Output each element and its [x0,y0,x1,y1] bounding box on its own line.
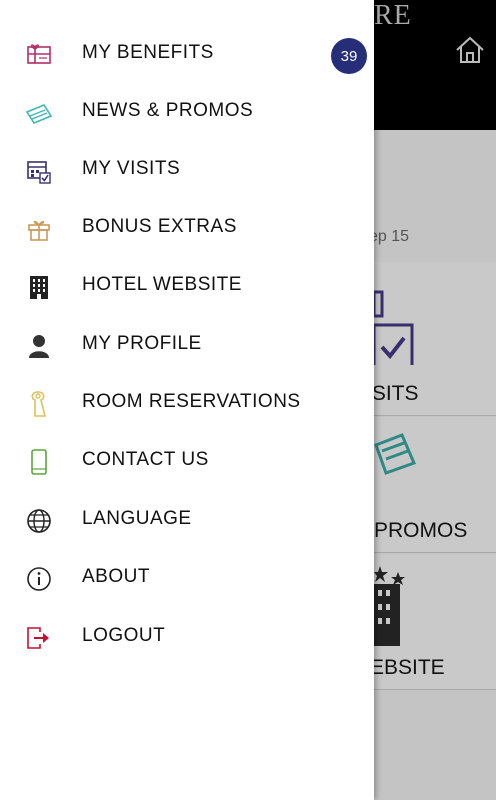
info-icon [26,566,52,592]
tickets-icon [374,433,416,475]
menu-item-label: CONTACT US [82,449,209,470]
menu-item-label: HOTEL WEBSITE [82,274,242,295]
menu-item-label: ROOM RESERVATIONS [82,391,301,412]
calendar-check-icon [26,158,52,184]
menu-item-hotel-website[interactable]: HOTEL WEBSITE [0,258,374,316]
promos-card-label: PROMOS [374,519,468,542]
menu-item-about[interactable]: ABOUT [0,550,374,608]
visits-card[interactable]: ISITS [366,262,496,416]
menu-item-label: LOGOUT [82,625,166,646]
menu-item-room-reservations[interactable]: ROOM RESERVATIONS [0,375,374,433]
phone-icon [26,449,52,475]
menu-item-label: MY BENEFITS [82,42,214,63]
menu-item-label: ABOUT [82,566,150,587]
hotel-building-icon [374,566,405,646]
menu-item-my-benefits[interactable]: MY BENEFITS [0,26,374,84]
website-card[interactable]: EBSITE [370,554,496,690]
gift-card-icon [26,42,52,68]
brand-logo-fragment: RE [374,0,412,31]
menu-item-label: LANGUAGE [82,508,192,529]
globe-icon [26,508,52,534]
tickets-icon [26,100,52,126]
menu-item-label: MY PROFILE [82,333,202,354]
menu-item-language[interactable]: LANGUAGE [0,492,374,550]
menu-item-news-promos[interactable]: NEWS & PROMOS [0,84,374,142]
menu-item-label: MY VISITS [82,158,181,179]
calendar-check-icon [374,290,414,365]
logout-icon [26,625,52,651]
promos-card[interactable]: PROMOS [374,417,496,553]
door-hanger-icon [26,391,52,417]
benefits-count-badge: 39 [331,38,367,74]
menu-item-my-profile[interactable]: MY PROFILE [0,317,374,375]
menu-item-logout[interactable]: LOGOUT [0,609,374,667]
menu-item-label: NEWS & PROMOS [82,100,254,121]
gift-box-icon [26,216,52,242]
menu-item-label: BONUS EXTRAS [82,216,237,237]
menu-item-bonus-extras[interactable]: BONUS EXTRAS [0,200,374,258]
date-fragment: ep 15 [369,228,410,245]
website-card-label: EBSITE [370,656,445,679]
person-icon [26,333,52,359]
menu-item-my-visits[interactable]: MY VISITS [0,142,374,200]
navigation-drawer: MY BENEFITS 39 NEWS & PROMOS MY VISITS B… [0,0,374,800]
menu-item-contact-us[interactable]: CONTACT US [0,433,374,491]
home-icon[interactable] [454,34,486,66]
hotel-building-icon [26,274,52,300]
